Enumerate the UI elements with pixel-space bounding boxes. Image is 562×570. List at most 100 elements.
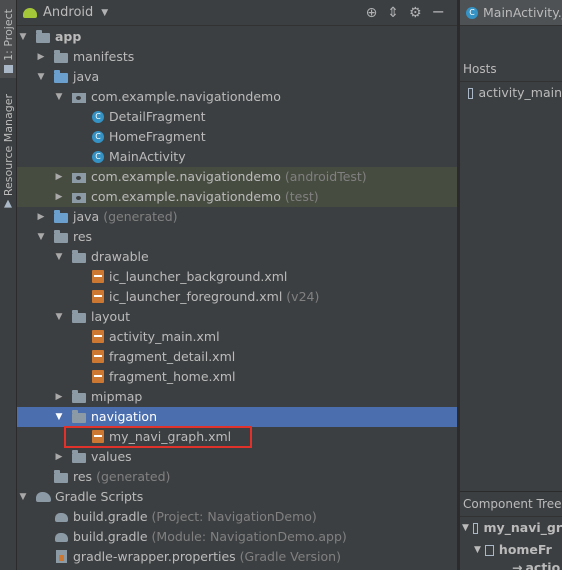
expand-arrow-icon[interactable]: ▼	[474, 539, 481, 561]
package-icon	[72, 173, 86, 183]
tree-row-activity-main[interactable]: activity_main.xml	[17, 327, 457, 347]
editor-area: C MainActivity.j Hosts activity_main Com…	[460, 0, 562, 570]
tree-row-mainactivity[interactable]: C MainActivity	[17, 147, 457, 167]
hide-icon[interactable]: −	[432, 4, 445, 21]
tree-row-mipmap[interactable]: ▶ mipmap	[17, 387, 457, 407]
expand-arrow-icon[interactable]: ▼	[18, 27, 28, 47]
tree-row-ic-launcher-foreground[interactable]: ic_launcher_foreground.xml (v24)	[17, 287, 457, 307]
generated-source-folder-icon	[54, 210, 68, 223]
tree-row-gradle-scripts[interactable]: ▼ Gradle Scripts	[17, 487, 457, 507]
nav-graph-icon	[472, 522, 479, 534]
component-tree-child[interactable]: ▼ homeFr	[460, 539, 562, 561]
expand-arrow-icon[interactable]: ▼	[54, 247, 64, 267]
collapsed-arrow-icon[interactable]: ▶	[54, 447, 64, 467]
collapsed-arrow-icon[interactable]: ▶	[36, 47, 46, 67]
folder-icon	[72, 310, 86, 323]
tree-row-fragment-detail[interactable]: fragment_detail.xml	[17, 347, 457, 367]
tree-row-navigation[interactable]: ▼ navigation	[17, 407, 457, 427]
package-icon	[72, 193, 86, 203]
collapsed-arrow-icon[interactable]: ▶	[36, 207, 46, 227]
tree-row-package[interactable]: ▼ com.example.navigationdemo	[17, 87, 457, 107]
tree-row-detailfragment[interactable]: C DetailFragment	[17, 107, 457, 127]
collapsed-arrow-icon[interactable]: ▶	[54, 187, 64, 207]
tree-label: com.example.navigationdemo	[91, 169, 281, 184]
tree-label: mipmap	[91, 389, 143, 404]
resource-manager-tool-tab[interactable]: Resource Manager	[0, 90, 16, 212]
tree-row-ic-launcher-background[interactable]: ic_launcher_background.xml	[17, 267, 457, 287]
tree-label: Gradle Scripts	[55, 489, 144, 504]
tree-row-build-gradle-module[interactable]: build.gradle (Module: NavigationDemo.app…	[17, 527, 457, 547]
tree-row-java[interactable]: ▼ java	[17, 67, 457, 87]
tree-row-values[interactable]: ▶ values	[17, 447, 457, 467]
class-icon: C	[92, 131, 104, 143]
class-icon: C	[92, 151, 104, 163]
gradle-elephant-icon	[36, 492, 51, 502]
tree-suffix: (androidTest)	[284, 169, 367, 184]
view-mode-dropdown[interactable]: Android ▼	[23, 5, 108, 20]
tree-row-build-gradle-project[interactable]: build.gradle (Project: NavigationDemo)	[17, 507, 457, 527]
tree-label: fragment_detail.xml	[109, 349, 236, 364]
tree-suffix: (Project: NavigationDemo)	[151, 509, 317, 524]
package-icon	[72, 93, 86, 103]
folder-icon	[72, 450, 86, 463]
tree-row-manifests[interactable]: ▶ manifests	[17, 47, 457, 67]
hosts-item[interactable]: activity_main	[460, 82, 562, 104]
expand-arrow-icon[interactable]: ▼	[54, 407, 64, 427]
tree-row-res[interactable]: ▼ res	[17, 227, 457, 247]
component-tree-panel: Component Tree ▼ my_navi_gr ▼ homeFr → a…	[460, 491, 562, 570]
tree-row-drawable[interactable]: ▼ drawable	[17, 247, 457, 267]
resource-folder-icon	[54, 470, 68, 483]
collapsed-arrow-icon[interactable]: ▶	[54, 387, 64, 407]
tree-row-package-test[interactable]: ▶ com.example.navigationdemo (test)	[17, 187, 457, 207]
expand-arrow-icon[interactable]: ▼	[462, 517, 469, 539]
folder-icon	[72, 410, 86, 423]
tree-suffix: (v24)	[286, 289, 320, 304]
tree-row-homefragment[interactable]: C HomeFragment	[17, 127, 457, 147]
tree-label: build.gradle	[73, 529, 148, 544]
resource-folder-icon	[54, 230, 68, 243]
expand-arrow-icon[interactable]: ▼	[54, 87, 64, 107]
tree-label: DetailFragment	[109, 109, 206, 124]
tree-label: values	[91, 449, 132, 464]
gear-icon[interactable]: ⚙	[409, 5, 422, 21]
tree-suffix: (generated)	[103, 209, 178, 224]
xml-file-icon	[92, 270, 104, 283]
tree-row-layout[interactable]: ▼ layout	[17, 307, 457, 327]
tree-label: activity_main.xml	[109, 329, 220, 344]
tree-row-gradle-wrapper-properties[interactable]: gradle-wrapper.properties (Gradle Versio…	[17, 547, 457, 567]
hosts-panel: Hosts activity_main	[460, 57, 562, 104]
gradle-file-icon	[55, 533, 68, 542]
tree-label: java	[73, 209, 100, 224]
gradle-file-icon	[55, 513, 68, 522]
collapsed-arrow-icon[interactable]: ▶	[54, 167, 64, 187]
tree-suffix: (Gradle Version)	[239, 549, 341, 564]
component-tree-root-label: my_navi_gr	[483, 520, 562, 535]
tree-suffix: (generated)	[96, 469, 171, 484]
folder-icon	[72, 390, 86, 403]
highlight-annotation-box	[64, 426, 252, 448]
tree-label: ic_launcher_foreground.xml	[109, 289, 283, 304]
tree-label: res	[73, 229, 93, 244]
project-tool-tab[interactable]: 1: Project	[0, 0, 16, 78]
tree-row-fragment-home[interactable]: fragment_home.xml	[17, 367, 457, 387]
project-panel: Android ▼ ⊕ ⇕ ⚙ − ▼ app ▶ manifests ▼ ja…	[17, 0, 457, 570]
collapse-icon[interactable]: ⇕	[387, 5, 399, 21]
tree-suffix: (test)	[284, 189, 319, 204]
expand-arrow-icon[interactable]: ▼	[36, 67, 46, 87]
component-tree-leaf-label: actio	[525, 560, 561, 570]
tree-row-app[interactable]: ▼ app	[17, 27, 457, 47]
expand-arrow-icon[interactable]: ▼	[54, 307, 64, 327]
component-tree-leaf[interactable]: → actio	[460, 561, 562, 570]
editor-tab-mainactivity[interactable]: C MainActivity.j	[460, 0, 562, 26]
tree-label: com.example.navigationdemo	[91, 189, 281, 204]
component-tree-title: Component Tree	[460, 492, 562, 517]
component-tree-root[interactable]: ▼ my_navi_gr	[460, 517, 562, 539]
expand-arrow-icon[interactable]: ▼	[36, 227, 46, 247]
project-tree: ▼ app ▶ manifests ▼ java ▼ com.example.n…	[17, 27, 457, 567]
target-icon[interactable]: ⊕	[366, 5, 378, 21]
tree-row-res-generated[interactable]: res (generated)	[17, 467, 457, 487]
tree-row-java-generated[interactable]: ▶ java (generated)	[17, 207, 457, 227]
expand-arrow-icon[interactable]: ▼	[18, 487, 28, 507]
hosts-item-label: activity_main	[478, 85, 562, 100]
tree-row-package-androidtest[interactable]: ▶ com.example.navigationdemo (androidTes…	[17, 167, 457, 187]
